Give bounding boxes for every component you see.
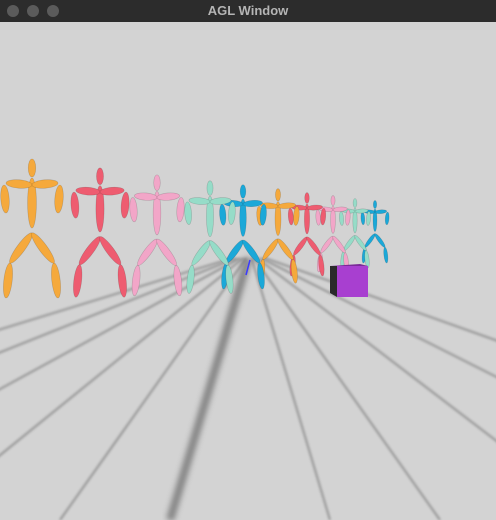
figure-limb <box>304 192 310 204</box>
figure-limb <box>206 180 214 196</box>
figure-limb <box>275 188 281 202</box>
figure-limb <box>372 200 378 209</box>
window-title: AGL Window <box>207 3 289 18</box>
figure-limb <box>352 198 358 208</box>
figure-limb <box>153 174 161 191</box>
figure-limb <box>239 184 247 199</box>
cube <box>330 264 368 297</box>
figure-limb <box>96 167 104 185</box>
title-bar[interactable]: AGL Window <box>0 0 496 23</box>
scene-canvas <box>0 22 496 520</box>
figure-limb <box>330 195 336 206</box>
figure-limb <box>27 158 37 178</box>
agl-window: AGL Window <box>0 0 496 520</box>
gl-viewport[interactable] <box>0 22 496 520</box>
